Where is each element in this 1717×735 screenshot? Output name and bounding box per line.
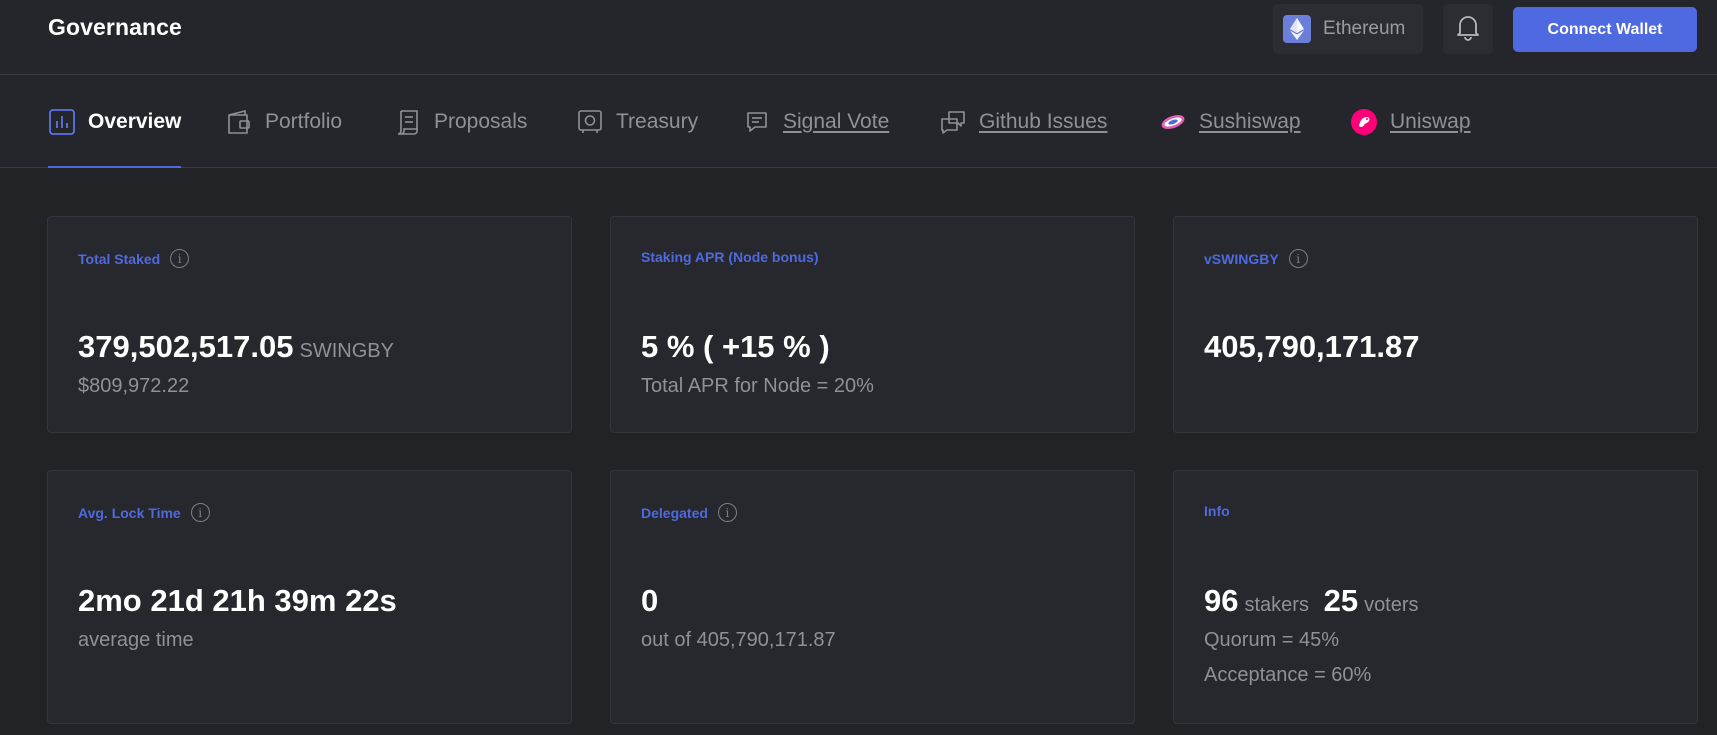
card-title: Delegated i xyxy=(641,503,737,522)
tab-github-issues[interactable]: Github Issues xyxy=(939,75,1107,168)
delegated-sub: out of 405,790,171.87 xyxy=(641,629,836,651)
tab-label: Github Issues xyxy=(979,109,1108,133)
avg-lock-value: 2mo 21d 21h 39m 22s xyxy=(78,583,397,618)
staking-apr-value: 5 % ( +15 % ) xyxy=(641,329,830,364)
network-selector[interactable]: Ethereum xyxy=(1273,4,1423,54)
info-icon[interactable]: i xyxy=(190,503,210,522)
stakers-label: stakers xyxy=(1244,594,1309,616)
app-title: Governance xyxy=(48,14,182,40)
card-vswingby: vSWINGBY i 405,790,171.87 xyxy=(1173,216,1698,433)
voters-label: voters xyxy=(1364,594,1419,616)
card-title: Avg. Lock Time i xyxy=(78,503,210,522)
total-staked-value: 379,502,517.05 SWINGBY xyxy=(78,329,394,364)
acceptance-text: Acceptance = 60% xyxy=(1204,664,1372,686)
tab-uniswap[interactable]: Uniswap xyxy=(1350,75,1471,168)
stakers-count: 96 xyxy=(1204,583,1239,618)
tab-sushiswap[interactable]: Sushiswap xyxy=(1159,75,1301,168)
tab-label: Sushiswap xyxy=(1199,109,1301,133)
total-apr-node: Total APR for Node = 20% xyxy=(641,375,874,397)
tab-label: Portfolio xyxy=(265,109,343,133)
unit-label: SWINGBY xyxy=(299,340,394,362)
uniswap-icon xyxy=(1350,108,1378,136)
chat-icon xyxy=(743,108,771,136)
tab-label: Uniswap xyxy=(1390,109,1471,133)
wallet-icon xyxy=(225,108,253,136)
card-title: Total Staked i xyxy=(78,249,190,268)
card-delegated: Delegated i 0 out of 405,790,171.87 xyxy=(610,470,1135,724)
quorum-text: Quorum = 45% xyxy=(1204,629,1340,651)
tab-bar: Overview Portfolio Proposals Treasury Si… xyxy=(0,75,1717,168)
info-icon[interactable]: i xyxy=(717,503,737,522)
tab-overview[interactable]: Overview xyxy=(48,75,182,168)
chat-bubbles-icon xyxy=(939,108,967,136)
ethereum-icon xyxy=(1283,15,1311,43)
delegated-value: 0 xyxy=(641,583,659,618)
connect-wallet-button[interactable]: Connect Wallet xyxy=(1513,7,1697,52)
bell-icon xyxy=(1455,13,1481,46)
avg-lock-sub: average time xyxy=(78,629,194,651)
tab-proposals[interactable]: Proposals xyxy=(394,75,527,168)
card-staking-apr: Staking APR (Node bonus) 5 % ( +15 % ) T… xyxy=(610,216,1135,433)
voters-count: 25 xyxy=(1323,583,1359,618)
top-bar: Governance Ethereum Connect Wallet xyxy=(0,0,1717,75)
info-icon[interactable]: i xyxy=(1288,249,1308,268)
network-label: Ethereum xyxy=(1323,18,1406,39)
info-counts: 96 stakers 25 voters xyxy=(1204,583,1419,619)
tab-label: Treasury xyxy=(616,109,699,133)
vswingby-value: 405,790,171.87 xyxy=(1204,329,1420,364)
card-title: vSWINGBY i xyxy=(1204,249,1308,268)
tab-treasury[interactable]: Treasury xyxy=(576,75,698,168)
card-title: Staking APR (Node bonus) xyxy=(641,249,819,265)
sushiswap-icon xyxy=(1159,108,1187,136)
tab-label: Proposals xyxy=(434,109,528,133)
card-total-staked: Total Staked i 379,502,517.05 SWINGBY $80… xyxy=(47,216,572,433)
tab-portfolio[interactable]: Portfolio xyxy=(225,75,342,168)
total-staked-usd: $809,972.22 xyxy=(78,375,190,397)
card-info: Info 96 stakers 25 voters Quorum = 45% Acc… xyxy=(1173,470,1698,724)
card-avg-lock-time: Avg. Lock Time i 2mo 21d 21h 39m 22s ave… xyxy=(47,470,572,724)
notifications-button[interactable] xyxy=(1443,4,1493,54)
info-icon[interactable]: i xyxy=(170,249,190,268)
tab-label: Overview xyxy=(88,109,182,133)
safe-icon xyxy=(576,108,604,136)
tab-signal-vote[interactable]: Signal Vote xyxy=(743,75,889,168)
scroll-icon xyxy=(394,108,422,136)
tab-label: Signal Vote xyxy=(783,109,890,133)
card-title: Info xyxy=(1204,503,1230,519)
bar-chart-icon xyxy=(48,108,76,136)
